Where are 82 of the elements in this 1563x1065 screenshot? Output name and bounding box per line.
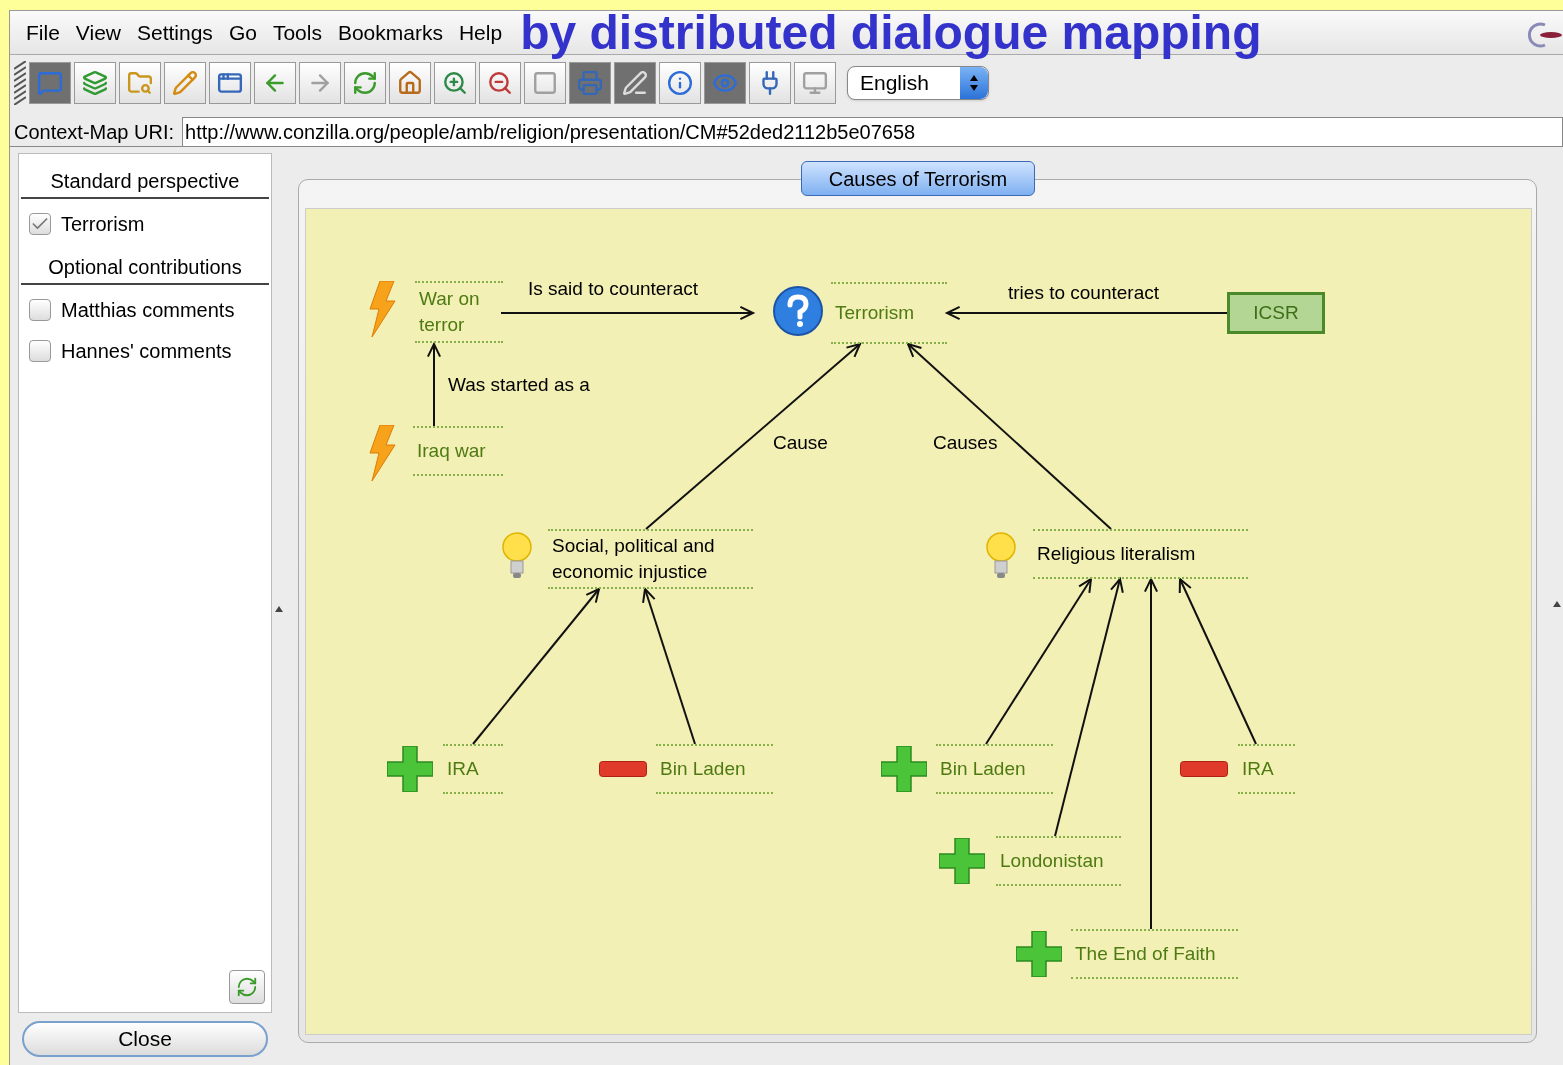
map-title-tab[interactable]: Causes of Terrorism	[801, 161, 1035, 196]
window-icon	[217, 70, 243, 96]
checkbox[interactable]	[29, 212, 51, 235]
minus-icon	[599, 761, 647, 777]
zoom-in-icon	[442, 70, 468, 96]
map-node[interactable]: Religious literalism	[1033, 529, 1248, 579]
lightning-icon	[368, 281, 396, 337]
link-label: Causes	[933, 431, 998, 455]
checkbox[interactable]	[29, 339, 51, 362]
menu-item[interactable]: File	[18, 16, 68, 49]
overlay-caption: by distributed dialogue mapping	[520, 6, 1262, 59]
section-title: Standard perspective	[21, 166, 269, 199]
minus-icon	[1180, 761, 1228, 777]
menu-item[interactable]: Bookmarks	[329, 16, 451, 49]
toolbar-button[interactable]	[344, 62, 386, 104]
map-node[interactable]: Terrorism	[831, 282, 947, 344]
checkbox-label: Hannes' comments	[61, 338, 232, 364]
link-label: Was started as a	[448, 373, 590, 397]
lightbulb-icon	[501, 531, 533, 581]
folder-icon	[127, 70, 153, 96]
collapse-arrow-icon[interactable]	[1553, 601, 1561, 607]
link-label: tries to counteract	[1008, 281, 1160, 305]
refresh-button[interactable]	[229, 970, 265, 1004]
stepper-icon	[960, 67, 988, 99]
toolbar-button[interactable]	[434, 62, 476, 104]
map-node[interactable]: War on terror	[415, 281, 503, 343]
question-icon	[773, 286, 823, 336]
map-node[interactable]: Iraq war	[413, 426, 503, 476]
menu-item[interactable]: View	[67, 16, 129, 49]
close-button[interactable]: Close	[22, 1021, 268, 1057]
section-title: Optional contributions	[21, 252, 269, 285]
plus-icon	[387, 746, 433, 792]
menu-item[interactable]: Go	[220, 16, 265, 49]
plus-icon	[939, 838, 985, 884]
toolbar-button[interactable]	[209, 62, 251, 104]
toolbar-button[interactable]	[749, 62, 791, 104]
printer-icon	[577, 70, 603, 96]
link-label: Cause	[773, 431, 828, 455]
square-icon	[532, 70, 558, 96]
map-node[interactable]: IRA	[1238, 744, 1295, 794]
toolbar-button[interactable]	[389, 62, 431, 104]
speech-bubble-icon	[37, 70, 63, 96]
toolbar-grip[interactable]	[14, 61, 26, 105]
lightbulb-icon	[985, 531, 1017, 581]
toolbar-button[interactable]	[659, 62, 701, 104]
map-node[interactable]: The End of Faith	[1071, 929, 1238, 979]
map-node[interactable]: IRA	[443, 744, 503, 794]
toolbar-button[interactable]	[479, 62, 521, 104]
checkbox-label: Matthias comments	[61, 297, 235, 323]
pen-icon	[622, 70, 648, 96]
collapse-arrow-icon[interactable]	[275, 606, 283, 612]
toolbar-button[interactable]	[164, 62, 206, 104]
refresh-icon	[352, 70, 378, 96]
menu-item[interactable]: Tools	[264, 16, 330, 49]
language-select[interactable]: English	[847, 66, 989, 100]
toolbar-button[interactable]	[119, 62, 161, 104]
toolbar-button[interactable]	[74, 62, 116, 104]
lightning-icon	[368, 425, 396, 481]
toolbar-button[interactable]	[614, 62, 656, 104]
plus-icon	[881, 746, 927, 792]
layers-icon	[82, 70, 108, 96]
map-node[interactable]: Social, political and economic injustice	[548, 529, 753, 589]
home-icon	[397, 70, 423, 96]
menu-item[interactable]: Help	[450, 16, 511, 49]
map-node[interactable]: Bin Laden	[656, 744, 773, 794]
uri-field[interactable]: http://www.conzilla.org/people/amb/religion/presentation/CM#52ded2112b5e07658	[182, 116, 1563, 147]
checkbox-label: Terrorism	[61, 211, 145, 237]
monitor-icon	[802, 70, 828, 96]
menu-item[interactable]: Settings	[129, 16, 221, 49]
toolbar-button[interactable]	[254, 62, 296, 104]
checkbox[interactable]	[29, 298, 51, 321]
map-node[interactable]: ICSR	[1227, 292, 1325, 334]
plus-icon	[1016, 931, 1062, 977]
zoom-out-icon	[487, 70, 513, 96]
refresh-icon	[236, 976, 258, 998]
map-node[interactable]: Londonistan	[996, 836, 1121, 886]
map-node[interactable]: Bin Laden	[936, 744, 1053, 794]
app-logo-icon[interactable]	[1527, 21, 1563, 49]
link-label: Is said to counteract	[528, 277, 699, 301]
pencil-icon	[172, 70, 198, 96]
uri-label: Context-Map URI:	[13, 119, 176, 145]
info-icon	[667, 70, 693, 96]
